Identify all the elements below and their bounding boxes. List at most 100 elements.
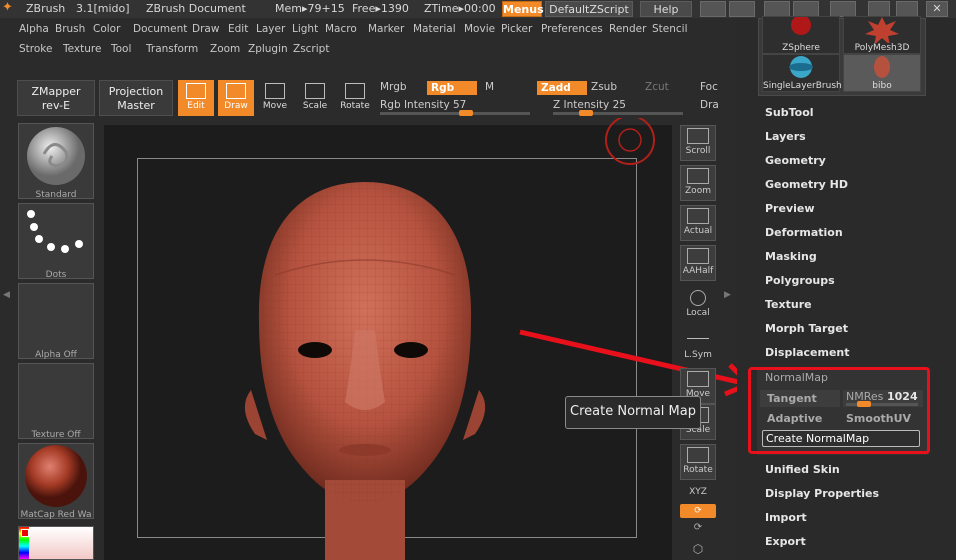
layout-b-icon[interactable] — [793, 1, 819, 17]
menu-edit[interactable]: Edit — [228, 23, 248, 35]
panel-geometry[interactable]: Geometry — [765, 154, 826, 167]
mrgb-button[interactable]: Mrgb — [380, 81, 407, 93]
menu-texture[interactable]: Texture — [63, 43, 101, 55]
navigation-circle-icon[interactable] — [600, 118, 660, 168]
singlelayer-thumb[interactable]: SingleLayerBrush — [762, 54, 842, 92]
polymesh-thumb[interactable]: PolyMesh3D — [843, 16, 921, 54]
menu-macro[interactable]: Macro — [325, 23, 357, 35]
menus-button[interactable]: Menus — [502, 1, 544, 17]
rotate-tool[interactable]: Rotate — [680, 444, 716, 480]
menu-render[interactable]: Render — [609, 23, 646, 35]
y-axis-toggle[interactable]: ⟳ — [680, 504, 716, 518]
default-zscript-button[interactable]: DefaultZScript — [545, 1, 633, 17]
menu-tool[interactable]: Tool — [111, 43, 131, 55]
color-picker[interactable] — [18, 526, 94, 560]
panel-export[interactable]: Export — [765, 535, 806, 548]
zoom-icon — [687, 168, 709, 184]
scroll-left-icon[interactable] — [700, 1, 726, 17]
stroke-dots-swatch[interactable]: Dots — [18, 203, 94, 280]
rgb-button[interactable]: Rgb — [427, 81, 477, 95]
draw-label: Draw — [224, 101, 248, 111]
document-name: ZBrush Document — [146, 2, 246, 15]
draw-icon — [226, 83, 246, 99]
panel-unified-skin[interactable]: Unified Skin — [765, 463, 840, 476]
close-icon[interactable]: ✕ — [926, 1, 948, 17]
panel-texture[interactable]: Texture — [765, 298, 812, 311]
draw-button[interactable]: Draw — [218, 80, 254, 116]
minimize-icon[interactable] — [868, 1, 890, 17]
panel-masking[interactable]: Masking — [765, 250, 817, 263]
zsphere-icon — [791, 15, 811, 35]
panel-preview[interactable]: Preview — [765, 202, 815, 215]
menu-zscript[interactable]: Zscript — [293, 43, 329, 55]
focal-shift-label[interactable]: Foc — [700, 81, 718, 93]
zcut-button[interactable]: Zcut — [645, 81, 669, 93]
help-button[interactable]: Help — [640, 1, 692, 17]
actual-tool[interactable]: Actual — [680, 205, 716, 241]
menu-stencil[interactable]: Stencil — [652, 23, 688, 35]
scroll-tool[interactable]: Scroll — [680, 125, 716, 161]
panel-displacement[interactable]: Displacement — [765, 346, 850, 359]
move-button[interactable]: Move — [257, 80, 293, 116]
rgb-intensity-knob[interactable] — [458, 110, 473, 116]
layout-a-icon[interactable] — [764, 1, 790, 17]
bibo-thumb[interactable]: bibo — [843, 54, 921, 92]
aahalf-tool[interactable]: AAHalf — [680, 245, 716, 281]
panel-morph-target[interactable]: Morph Target — [765, 322, 848, 335]
menu-movie[interactable]: Movie — [464, 23, 495, 35]
z-axis-icon[interactable]: ⟳ — [680, 522, 716, 536]
menu-marker[interactable]: Marker — [368, 23, 404, 35]
zoom-tool[interactable]: Zoom — [680, 165, 716, 201]
head-model[interactable] — [215, 180, 515, 560]
m-button[interactable]: M — [485, 81, 494, 93]
panel-import[interactable]: Import — [765, 511, 807, 524]
menu-brush[interactable]: Brush — [55, 23, 85, 35]
alpha-swatch[interactable]: Alpha Off — [18, 283, 94, 360]
rgb-intensity-slider[interactable] — [380, 110, 530, 116]
lock-icon[interactable] — [830, 1, 856, 17]
left-collapse-handle[interactable]: ◀ — [3, 290, 11, 310]
brush-standard-swatch[interactable]: Standard — [18, 123, 94, 200]
menu-zoom[interactable]: Zoom — [210, 43, 240, 55]
edit-button[interactable]: Edit — [178, 80, 214, 116]
menu-zplugin[interactable]: Zplugin — [248, 43, 288, 55]
right-collapse-handle[interactable]: ▶ — [724, 290, 732, 310]
z-intensity-knob[interactable] — [578, 110, 593, 116]
panel-geometry-hd[interactable]: Geometry HD — [765, 178, 848, 191]
menu-stroke[interactable]: Stroke — [19, 43, 52, 55]
scale-button[interactable]: Scale — [297, 80, 333, 116]
menu-picker[interactable]: Picker — [501, 23, 532, 35]
zsub-button[interactable]: Zsub — [591, 81, 617, 93]
scroll-right-icon[interactable] — [729, 1, 755, 17]
panel-deformation[interactable]: Deformation — [765, 226, 843, 239]
draw-size-label[interactable]: Dra — [700, 99, 719, 111]
xyz-tool[interactable]: XYZ — [680, 482, 716, 502]
texture-swatch[interactable]: Texture Off — [18, 363, 94, 440]
menu-material[interactable]: Material — [413, 23, 456, 35]
restore-icon[interactable] — [896, 1, 918, 17]
panel-display-properties[interactable]: Display Properties — [765, 487, 879, 500]
material-swatch[interactable]: MatCap Red Wa — [18, 443, 94, 520]
panel-polygroups[interactable]: Polygroups — [765, 274, 835, 287]
menu-layer[interactable]: Layer — [256, 23, 285, 35]
menu-color[interactable]: Color — [93, 23, 120, 35]
menu-transform[interactable]: Transform — [146, 43, 198, 55]
menu-alpha[interactable]: Alpha — [19, 23, 49, 35]
menu-document[interactable]: Document — [133, 23, 187, 35]
panel-layers[interactable]: Layers — [765, 130, 806, 143]
projection-master-button[interactable]: Projection Master — [99, 80, 173, 116]
local-tool[interactable]: Local — [680, 288, 716, 324]
menu-preferences[interactable]: Preferences — [541, 23, 603, 35]
rotate-button[interactable]: Rotate — [337, 80, 373, 116]
menu-light[interactable]: Light — [292, 23, 318, 35]
zmapper-button[interactable]: ZMapper rev-E — [17, 80, 95, 116]
panel-subtool[interactable]: SubTool — [765, 106, 814, 119]
frame-icon[interactable]: ⬡ — [680, 542, 716, 560]
move-icon — [265, 83, 285, 99]
zadd-button[interactable]: Zadd — [537, 81, 587, 95]
lsym-tool[interactable]: L.Sym — [680, 328, 716, 364]
menu-draw[interactable]: Draw — [192, 23, 219, 35]
mem-readout: Mem▸79+15 — [275, 2, 345, 15]
z-intensity-slider[interactable] — [553, 110, 683, 116]
zsphere-thumb[interactable]: ZSphere — [762, 15, 840, 54]
